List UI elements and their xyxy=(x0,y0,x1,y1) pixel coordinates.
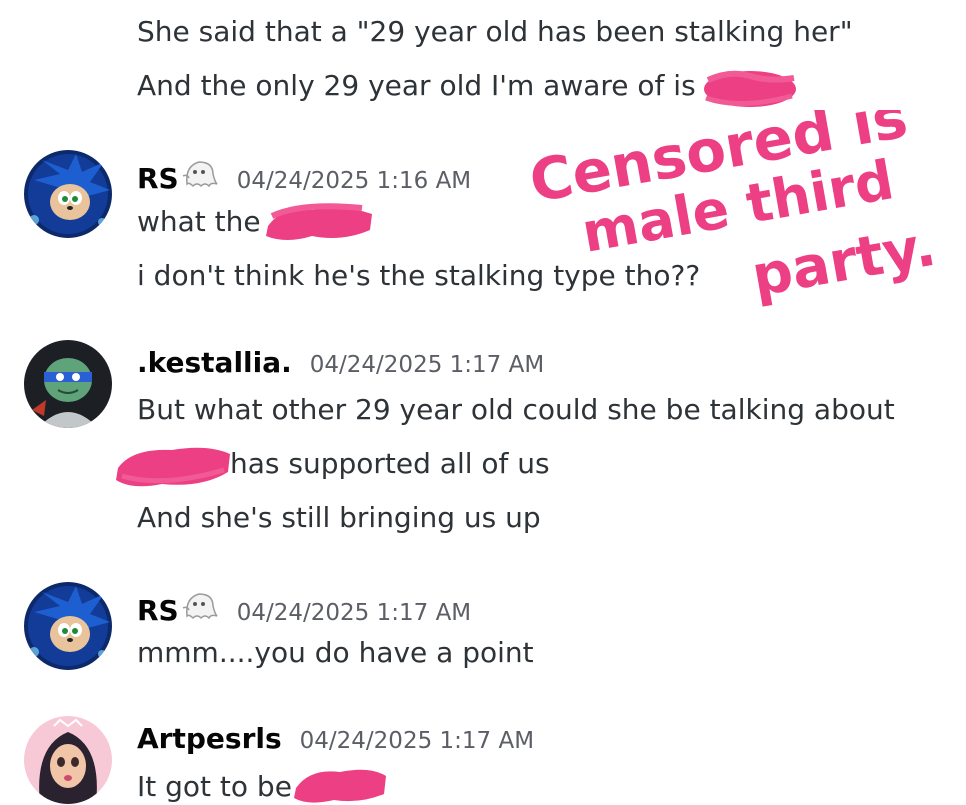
chat-log: She said that a "29 year old has been st… xyxy=(0,0,966,805)
avatar[interactable] xyxy=(24,340,112,428)
message-line: And the only 29 year old I'm aware of is xyxy=(137,69,696,102)
avatar-sonic-image xyxy=(24,150,112,238)
timestamp: 04/24/2025 1:17 AM xyxy=(236,600,472,626)
avatar-girl-image xyxy=(24,716,112,804)
username[interactable]: RS xyxy=(137,594,179,627)
username[interactable]: Artpesrls xyxy=(137,722,282,755)
avatar[interactable] xyxy=(24,150,112,238)
message-line: has supported all of us xyxy=(230,447,550,480)
redaction-scribble xyxy=(704,70,796,107)
avatar[interactable] xyxy=(24,582,112,670)
message-header: .kestallia. 04/24/2025 1:17 AM xyxy=(137,346,544,379)
timestamp: 04/24/2025 1:17 AM xyxy=(309,352,545,378)
redaction-scribble xyxy=(116,447,230,487)
username[interactable]: .kestallia. xyxy=(137,346,292,379)
timestamp: 04/24/2025 1:17 AM xyxy=(299,728,535,754)
username[interactable]: RS xyxy=(137,162,179,195)
message-line: She said that a "29 year old has been st… xyxy=(137,15,853,48)
redaction-scribble xyxy=(294,769,386,803)
message-line: what the xyxy=(137,205,261,238)
message-header: RS 04/24/2025 1:17 AM xyxy=(137,588,471,627)
message-header: Artpesrls 04/24/2025 1:17 AM xyxy=(137,722,534,755)
ghost-icon xyxy=(182,593,218,620)
handwritten-annotation: Censored is male third party. xyxy=(525,110,941,310)
avatar[interactable] xyxy=(24,716,112,804)
message-header: RS 04/24/2025 1:16 AM xyxy=(137,156,471,195)
message-line: It got to be xyxy=(137,770,292,803)
avatar-sonic-image xyxy=(24,582,112,670)
message-line: mmm....you do have a point xyxy=(137,636,534,669)
message-line: And she's still bringing us up xyxy=(137,501,541,534)
message-line: But what other 29 year old could she be … xyxy=(137,393,895,426)
timestamp: 04/24/2025 1:16 AM xyxy=(236,168,472,194)
redaction-scribble xyxy=(266,203,372,240)
avatar-turtle-image xyxy=(24,340,112,428)
ghost-icon xyxy=(182,161,218,188)
